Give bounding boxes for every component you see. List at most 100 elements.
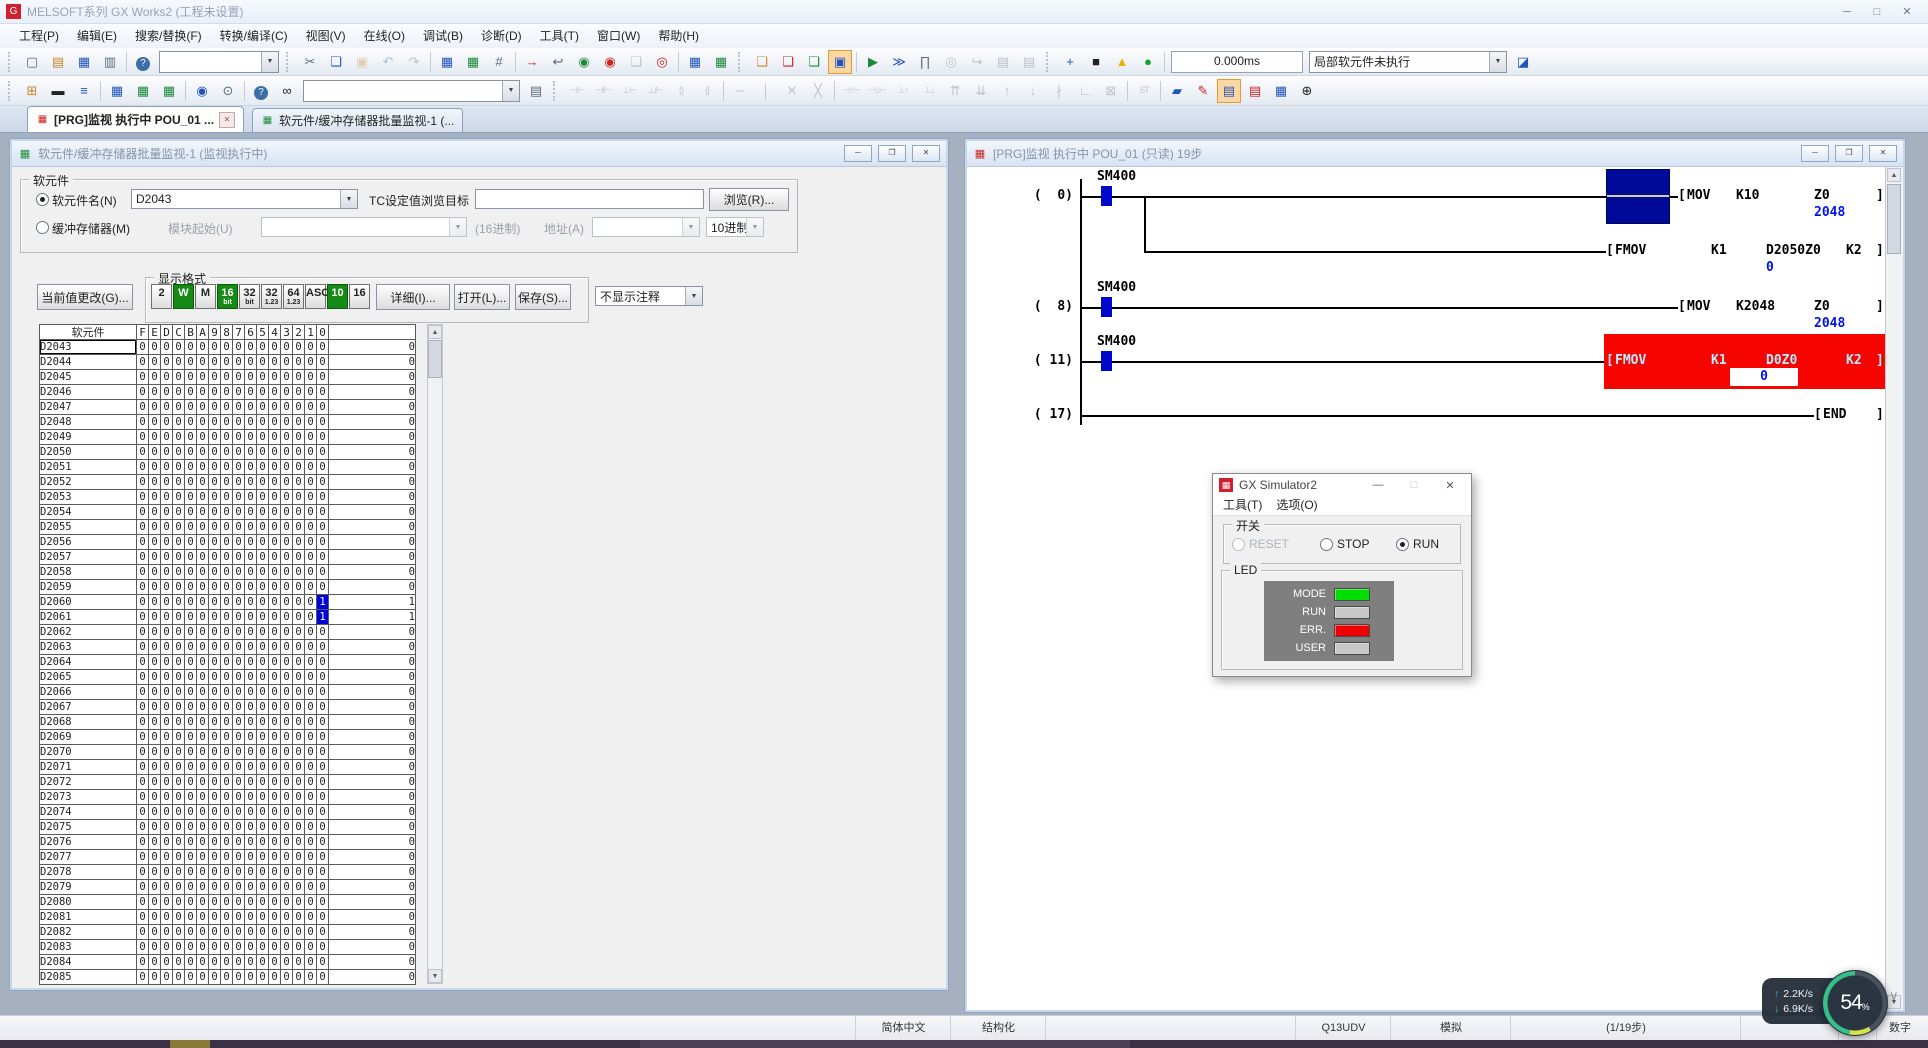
bit-cell[interactable]: 0: [137, 955, 149, 970]
monitor-mode-icon[interactable]: ▣: [828, 50, 852, 74]
bit-cell[interactable]: 0: [209, 460, 221, 475]
chevron-down-icon[interactable]: ▼: [261, 52, 278, 72]
bit-cell[interactable]: 0: [281, 475, 293, 490]
bit-cell[interactable]: 0: [233, 955, 245, 970]
chevron-down-icon[interactable]: ▼: [340, 190, 357, 208]
bit-cell[interactable]: 0: [197, 850, 209, 865]
bit-cell[interactable]: 0: [293, 835, 305, 850]
bit-cell[interactable]: 0: [149, 685, 161, 700]
bit-cell[interactable]: 0: [137, 940, 149, 955]
bit-cell[interactable]: 0: [269, 940, 281, 955]
percent-badge[interactable]: 54 %: [1822, 970, 1888, 1036]
help-icon[interactable]: ?: [131, 50, 155, 74]
bit-cell[interactable]: 0: [137, 790, 149, 805]
bit-cell[interactable]: 0: [233, 835, 245, 850]
bit-cell[interactable]: 0: [197, 775, 209, 790]
bit-cell[interactable]: 0: [197, 550, 209, 565]
bit-cell[interactable]: 0: [317, 745, 329, 760]
bit-cell[interactable]: 0: [137, 910, 149, 925]
bit-cell[interactable]: 0: [233, 895, 245, 910]
bit-cell[interactable]: 0: [149, 760, 161, 775]
bit-cell[interactable]: 0: [185, 520, 197, 535]
bit-cell[interactable]: 0: [305, 880, 317, 895]
bit-cell[interactable]: 0: [293, 730, 305, 745]
bit-cell[interactable]: 0: [269, 745, 281, 760]
menu-item-10[interactable]: 帮助(H): [649, 25, 708, 47]
bit-cell[interactable]: 0: [161, 910, 173, 925]
bit-cell[interactable]: 0: [293, 550, 305, 565]
bit-cell[interactable]: 0: [185, 910, 197, 925]
bit-cell[interactable]: 0: [245, 820, 257, 835]
bit-cell[interactable]: 0: [269, 685, 281, 700]
bit-cell[interactable]: 0: [269, 640, 281, 655]
bit-cell[interactable]: 0: [137, 715, 149, 730]
instruction-text[interactable]: K2: [1846, 242, 1862, 260]
edge-down-icon[interactable]: ↓: [1021, 79, 1045, 103]
bit-cell[interactable]: 0: [317, 460, 329, 475]
bit-cell[interactable]: 0: [209, 355, 221, 370]
device-name-radio[interactable]: [36, 193, 49, 206]
close-branch-icon[interactable]: ⊥/⊢: [643, 79, 667, 103]
bit-cell[interactable]: 0: [245, 475, 257, 490]
bit-cell[interactable]: 0: [281, 355, 293, 370]
bit-cell[interactable]: 0: [161, 445, 173, 460]
bit-cell[interactable]: 0: [293, 475, 305, 490]
bit-cell[interactable]: 0: [221, 550, 233, 565]
value-cell[interactable]: 0: [329, 880, 416, 895]
bit-cell[interactable]: 0: [197, 655, 209, 670]
bit-cell[interactable]: 0: [245, 730, 257, 745]
bit-cell[interactable]: 0: [281, 685, 293, 700]
coil-icon[interactable]: (): [669, 79, 693, 103]
bit-cell[interactable]: 0: [137, 865, 149, 880]
device-display-icon[interactable]: ◉: [190, 79, 214, 103]
bit-cell[interactable]: 0: [137, 640, 149, 655]
radio-stop[interactable]: STOP: [1320, 537, 1369, 551]
value-cell[interactable]: 0: [329, 430, 416, 445]
horizontal-line-icon[interactable]: ─: [728, 79, 752, 103]
bit-cell[interactable]: 0: [197, 580, 209, 595]
bit-cell[interactable]: 0: [317, 970, 329, 985]
bit-cell[interactable]: 0: [245, 640, 257, 655]
bit-cell[interactable]: 0: [233, 685, 245, 700]
window-close-button[interactable]: ✕: [912, 145, 940, 162]
bit-cell[interactable]: 0: [209, 370, 221, 385]
bit-cell[interactable]: 0: [245, 625, 257, 640]
bit-cell[interactable]: 0: [173, 385, 185, 400]
bit-cell[interactable]: 0: [317, 715, 329, 730]
bit-cell[interactable]: 0: [233, 340, 245, 355]
instruction-text[interactable]: [: [1606, 242, 1614, 260]
bit-cell[interactable]: 0: [305, 670, 317, 685]
bit-cell[interactable]: 0: [281, 955, 293, 970]
bit-cell[interactable]: 0: [257, 700, 269, 715]
bit-cell[interactable]: 0: [185, 535, 197, 550]
bit-cell[interactable]: 0: [269, 700, 281, 715]
device-cell[interactable]: D2044: [40, 355, 137, 370]
bit-cell[interactable]: 0: [137, 625, 149, 640]
value-cell[interactable]: 0: [329, 895, 416, 910]
bit-cell[interactable]: 0: [281, 745, 293, 760]
bit-cell[interactable]: 0: [233, 385, 245, 400]
device-cell[interactable]: D2043: [40, 340, 137, 355]
bit-cell[interactable]: 0: [149, 850, 161, 865]
bit-cell[interactable]: 0: [293, 955, 305, 970]
bit-cell[interactable]: 0: [245, 745, 257, 760]
bit-cell[interactable]: 0: [305, 895, 317, 910]
bit-cell[interactable]: 0: [317, 640, 329, 655]
scroll-down-icon[interactable]: ▼: [428, 969, 442, 983]
bit-cell[interactable]: 0: [317, 955, 329, 970]
bit-cell[interactable]: 0: [185, 700, 197, 715]
bit-cell[interactable]: 0: [221, 355, 233, 370]
bit-cell[interactable]: 0: [221, 580, 233, 595]
bit-cell[interactable]: 0: [197, 910, 209, 925]
bit-cell[interactable]: 0: [137, 550, 149, 565]
print-icon[interactable]: ▥: [98, 50, 122, 74]
bit-cell[interactable]: 0: [293, 640, 305, 655]
quick-find-combobox[interactable]: ▼: [159, 51, 279, 73]
bit-cell[interactable]: 1: [317, 610, 329, 625]
bit-cell[interactable]: 0: [269, 730, 281, 745]
bit-cell[interactable]: 0: [161, 715, 173, 730]
instruction-text[interactable]: K10: [1736, 187, 1759, 205]
bit-cell[interactable]: 0: [197, 565, 209, 580]
bit-cell[interactable]: 0: [149, 670, 161, 685]
instruction-text[interactable]: FMOV: [1615, 352, 1646, 370]
